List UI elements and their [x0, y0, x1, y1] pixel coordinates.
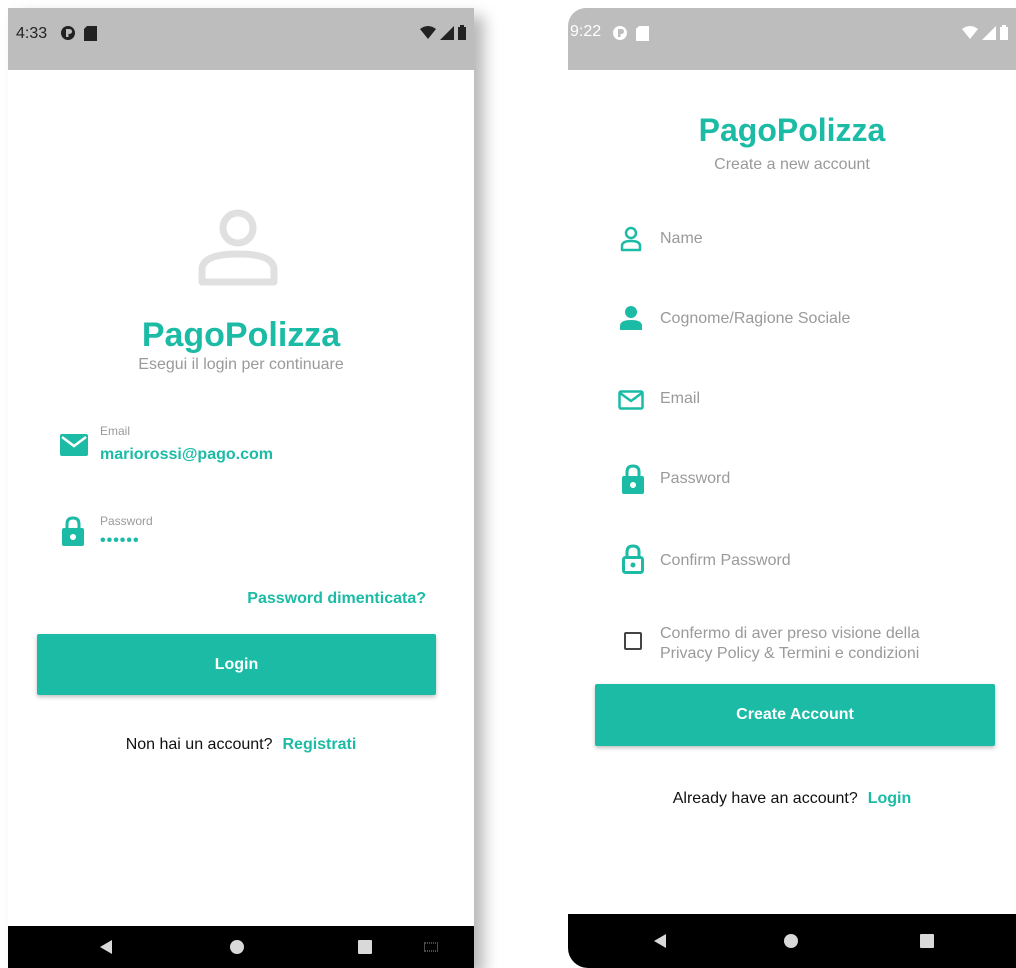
status-right-icons [962, 25, 1008, 40]
forgot-password-link[interactable]: Password dimenticata? [247, 590, 426, 608]
sdcard-icon [84, 25, 97, 41]
confirm-password-field[interactable]: Confirm Password [660, 552, 791, 570]
status-time: 4:33 [16, 25, 48, 42]
keyboard-icon[interactable] [424, 942, 438, 952]
signal-icon [440, 25, 454, 40]
lock-outline-icon [622, 544, 644, 574]
wifi-icon [420, 26, 436, 39]
home-icon[interactable] [230, 940, 244, 954]
app-subtitle: Esegui il login per continuare [138, 356, 344, 373]
app-subtitle: Create a new account [714, 156, 870, 173]
signal-icon [982, 25, 996, 40]
register-screen: 9:22 PagoPolizza Create a new account Na… [568, 8, 1016, 968]
register-prompt-text: Non hai un account? [125, 736, 273, 753]
lock-icon [622, 464, 644, 494]
register-link[interactable]: Registrati [282, 736, 356, 753]
email-field[interactable]: Email [660, 390, 700, 408]
create-account-button[interactable]: Create Account [595, 684, 995, 746]
recents-icon[interactable] [358, 940, 372, 954]
back-icon[interactable] [654, 934, 666, 948]
recents-icon[interactable] [920, 934, 934, 948]
register-prompt: Non hai un account? Registrati [8, 736, 474, 754]
name-field[interactable]: Name [660, 230, 703, 248]
status-left-icons [60, 25, 97, 41]
person-outline-icon [620, 226, 642, 252]
email-label: Email [100, 424, 131, 438]
login-button[interactable]: Login [37, 634, 436, 695]
app-title: PagoPolizza [141, 316, 341, 354]
consent-text[interactable]: Confermo di aver preso visione della Pri… [660, 624, 990, 664]
sdcard-icon [636, 25, 649, 41]
back-icon[interactable] [100, 940, 112, 954]
mail-icon [60, 434, 88, 456]
navigation-bar [8, 926, 474, 968]
status-left-icons [612, 25, 649, 41]
status-right-icons [420, 25, 466, 40]
password-field[interactable]: •••••• [100, 532, 140, 550]
status-time: 9:22 [570, 23, 602, 40]
consent-checkbox[interactable] [624, 632, 642, 650]
notification-icon [61, 26, 75, 40]
consent-line-1: Confermo di aver preso visione della [660, 625, 920, 642]
login-prompt-text: Already have an account? [672, 790, 858, 807]
battery-icon [458, 25, 466, 40]
notification-icon [613, 26, 627, 40]
person-filled-icon [620, 306, 642, 330]
login-prompt: Already have an account? Login [568, 790, 1016, 808]
surname-field[interactable]: Cognome/Ragione Sociale [660, 310, 850, 328]
lock-icon [62, 516, 84, 546]
person-outline-icon [198, 209, 278, 286]
email-field[interactable]: mariorossi@pago.com [100, 446, 273, 464]
password-label: Password [100, 514, 153, 528]
status-bar: 9:22 [568, 8, 1016, 70]
login-screen: 4:33 PagoPolizza Esegui il login per con… [8, 8, 474, 968]
app-title: PagoPolizza [698, 112, 886, 148]
wifi-icon [962, 26, 978, 39]
password-field[interactable]: Password [660, 470, 730, 488]
consent-line-2: Privacy Policy & Termini e condizioni [660, 645, 920, 662]
navigation-bar [568, 914, 1016, 968]
battery-icon [1000, 25, 1008, 40]
mail-icon [618, 390, 644, 410]
status-bar: 4:33 [8, 8, 474, 70]
home-icon[interactable] [784, 934, 798, 948]
login-link[interactable]: Login [868, 790, 912, 807]
